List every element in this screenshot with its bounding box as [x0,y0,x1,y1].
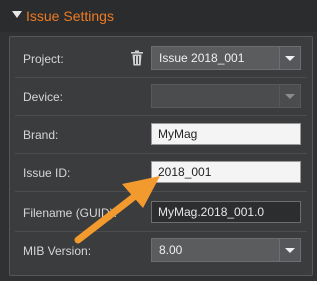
divider [15,231,307,232]
divider [15,115,307,116]
device-label: Device: [23,90,64,104]
mib-version-dropdown-button[interactable] [279,239,300,261]
device-dropdown-button[interactable] [279,85,300,107]
section-header[interactable]: Issue Settings [0,0,317,32]
device-select[interactable] [151,84,301,108]
brand-input[interactable]: MyMag [151,123,301,145]
divider [15,153,307,154]
issue-id-label: Issue ID: [23,166,71,180]
caret-down-icon[interactable] [12,11,22,18]
filename-label: Filename (GUID): [23,206,118,220]
brand-label: Brand: [23,128,59,142]
project-dropdown-button[interactable] [279,47,300,69]
chevron-down-icon [285,94,295,99]
brand-row: Brand: MyMag [10,117,312,154]
issue-id-row: Issue ID: 2018_001 [10,155,312,192]
device-row: Device: [10,79,312,116]
chevron-down-icon [285,56,295,61]
settings-form: Project: Issue 2018_001 Device: Brand: M… [9,36,313,276]
project-row: Project: Issue 2018_001 [10,41,312,78]
project-value: Issue 2018_001 [159,51,245,65]
trash-icon[interactable] [130,50,144,66]
issue-id-input[interactable]: 2018_001 [151,161,301,183]
mib-version-row: MIB Version: 8.00 [10,233,312,270]
issue-id-value: 2018_001 [158,165,212,179]
mib-version-value: 8.00 [159,243,183,257]
mib-version-select[interactable]: 8.00 [151,238,301,262]
issue-settings-panel: Issue Settings Project: Issue 2018_001 D… [0,0,317,281]
filename-input[interactable]: MyMag.2018_001.0 [151,201,301,223]
divider [15,191,307,192]
project-select[interactable]: Issue 2018_001 [151,46,301,70]
section-title: Issue Settings [26,8,114,24]
divider [15,77,307,78]
chevron-down-icon [285,248,295,253]
mib-version-label: MIB Version: [23,244,92,258]
brand-value: MyMag [158,127,198,141]
filename-value: MyMag.2018_001.0 [158,205,265,219]
filename-row: Filename (GUID): MyMag.2018_001.0 [10,195,312,232]
project-label: Project: [23,52,64,66]
